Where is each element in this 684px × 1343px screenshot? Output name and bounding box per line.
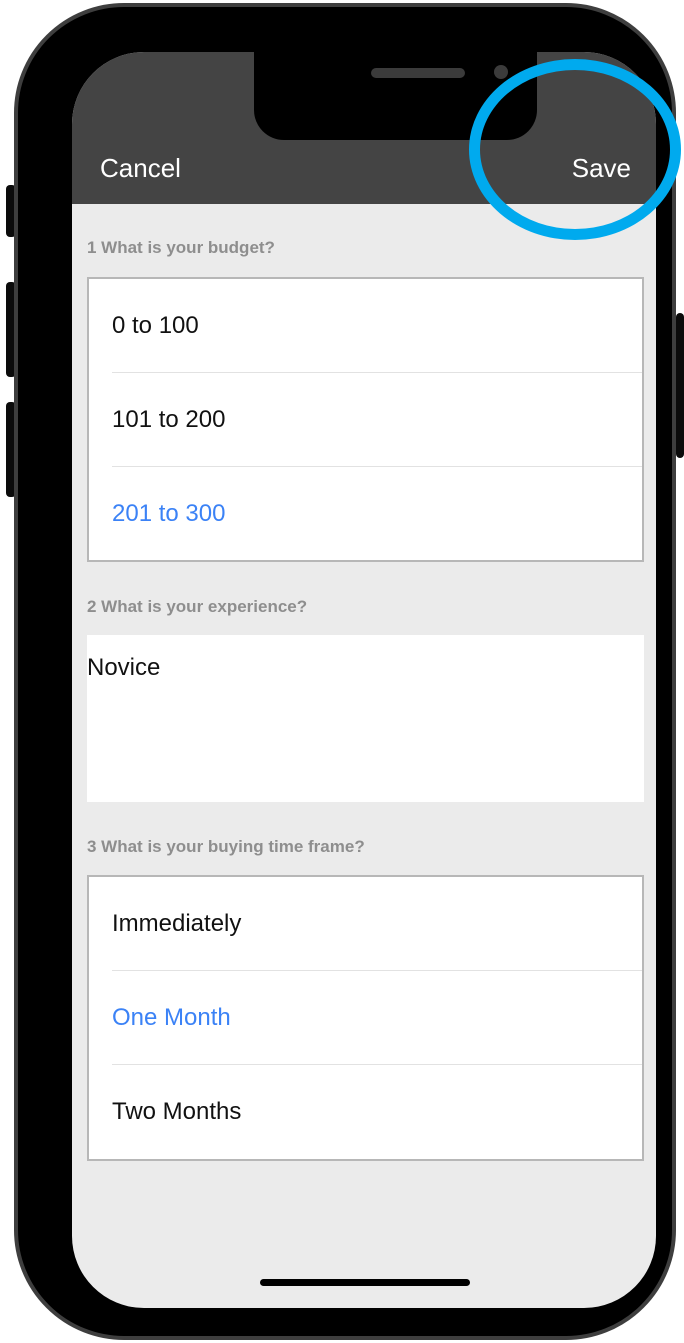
phone-mockup: Cancel Save 1 What is your budget? 0 to …	[0, 0, 684, 1343]
question-label-budget: 1 What is your budget?	[87, 238, 275, 257]
option-time-one-month[interactable]: One Month	[112, 971, 642, 1065]
cancel-button[interactable]: Cancel	[100, 153, 181, 184]
power-button	[676, 313, 684, 458]
time-frame-options: Immediately One Month Two Months	[87, 875, 644, 1161]
option-time-two-months[interactable]: Two Months	[112, 1065, 642, 1159]
option-budget-101-to-200[interactable]: 101 to 200	[112, 373, 642, 467]
question-label-time-frame: 3 What is your buying time frame?	[87, 837, 365, 856]
speaker-grille	[371, 68, 465, 78]
save-highlight-circle	[469, 59, 681, 240]
option-time-immediately[interactable]: Immediately	[112, 877, 642, 971]
phone-screen: Cancel Save 1 What is your budget? 0 to …	[72, 52, 656, 1308]
option-budget-0-to-100[interactable]: 0 to 100	[112, 279, 642, 373]
budget-options: 0 to 100 101 to 200 201 to 300	[87, 277, 644, 562]
home-indicator[interactable]	[260, 1279, 470, 1286]
question-label-experience: 2 What is your experience?	[87, 597, 308, 616]
experience-text-field[interactable]: Novice	[87, 635, 644, 802]
camera-icon	[494, 65, 508, 79]
option-budget-201-to-300[interactable]: 201 to 300	[112, 467, 642, 561]
